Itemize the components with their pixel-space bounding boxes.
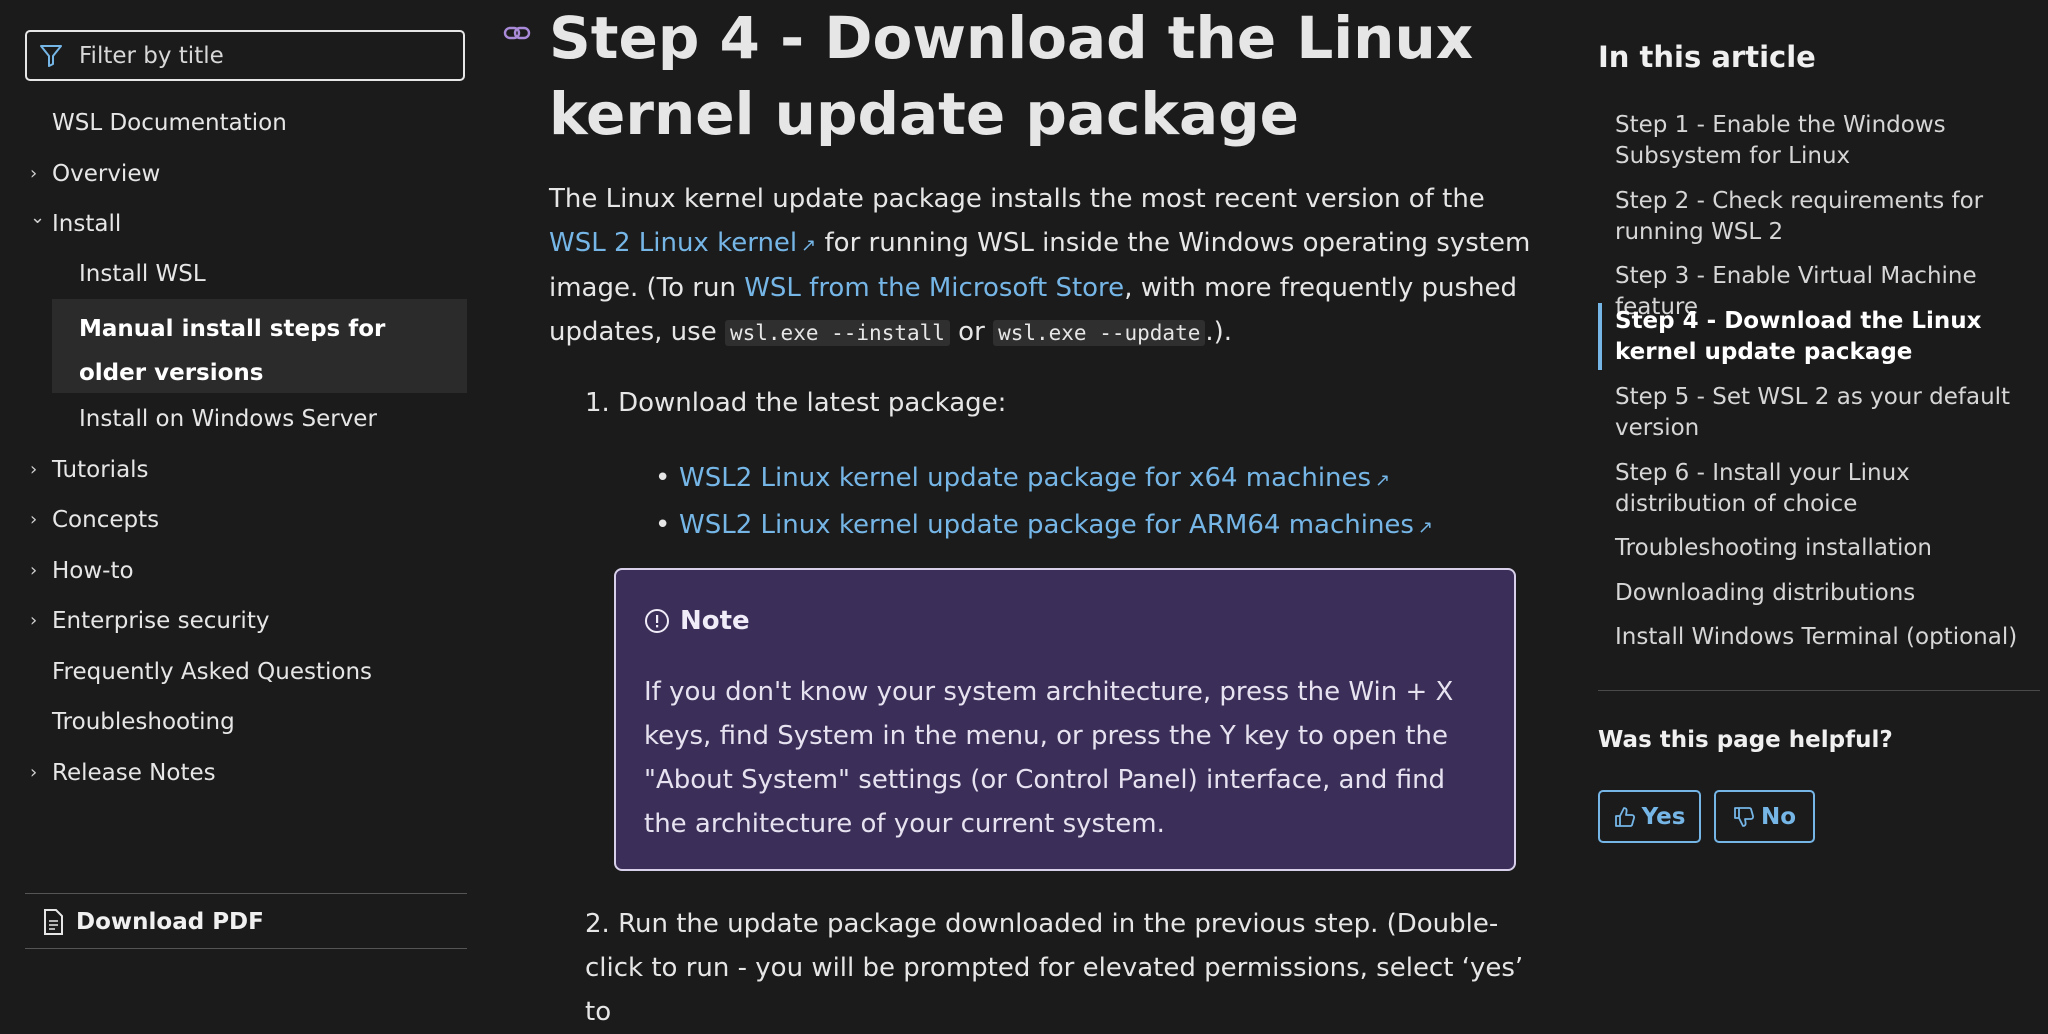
arm64-package-link[interactable]: WSL2 Linux kernel update package for ARM… <box>679 510 1433 540</box>
nav-item-label: Install WSL <box>79 261 206 287</box>
link-text: WSL2 Linux kernel update package for x64… <box>679 463 1372 493</box>
thumbs-up-icon <box>1614 806 1636 828</box>
download-pdf-label: Download PDF <box>76 909 264 935</box>
no-button[interactable]: No <box>1714 790 1815 843</box>
yes-label: Yes <box>1641 803 1686 830</box>
nav-item-manual-install-selected[interactable]: Manual install steps for older versions <box>52 299 467 393</box>
info-circle-icon <box>644 608 670 634</box>
nav-item-label: Enterprise security <box>52 608 270 634</box>
x64-package-link[interactable]: WSL2 Linux kernel update package for x64… <box>679 463 1390 493</box>
toc-item-step-1[interactable]: Step 1 - Enable the Windows Subsystem fo… <box>1615 110 2035 172</box>
divider <box>1598 690 2040 691</box>
pdf-icon <box>42 909 66 935</box>
link-anchor-icon[interactable] <box>503 22 533 44</box>
step-2-text: 2. Run the update package downloaded in … <box>585 909 1524 1027</box>
code-wsl-install: wsl.exe --install <box>724 319 950 346</box>
note-header: Note <box>644 606 750 636</box>
chevron-down-icon: ⌄ <box>30 207 46 228</box>
toc-item-step-2[interactable]: Step 2 - Check requirements for running … <box>1615 186 2035 248</box>
intro-paragraph: The Linux kernel update package installs… <box>549 178 1549 355</box>
nav-item-label: Install <box>52 211 122 237</box>
filter-box[interactable] <box>25 30 465 81</box>
chevron-right-icon: › <box>30 762 38 783</box>
chevron-right-icon: › <box>30 560 38 581</box>
filter-input[interactable] <box>77 41 441 70</box>
nav-item-label: Frequently Asked Questions <box>52 659 373 685</box>
filter-icon <box>39 42 67 70</box>
link-text: WSL 2 Linux kernel <box>549 227 798 258</box>
external-link-icon: ↗ <box>801 234 817 256</box>
divider <box>25 893 467 894</box>
toc-item-install-windows-terminal[interactable]: Install Windows Terminal (optional) <box>1615 622 2035 653</box>
nav-item-label: Troubleshooting <box>52 709 235 735</box>
external-link-icon: ↗ <box>1417 517 1434 538</box>
chevron-right-icon: › <box>30 459 38 480</box>
list-item: WSL2 Linux kernel update package for x64… <box>655 456 1433 503</box>
nav-item-label: Overview <box>52 161 161 187</box>
feedback-question: Was this page helpful? <box>1598 727 1893 753</box>
nav-item-label: Install on Windows Server <box>79 406 377 432</box>
nav-item-label: Concepts <box>52 507 160 533</box>
yes-button[interactable]: Yes <box>1598 790 1701 843</box>
intro-text: The Linux kernel update package installs… <box>549 184 1485 214</box>
chevron-right-icon: › <box>30 610 38 631</box>
toc-title: In this article <box>1598 40 1816 74</box>
toc-item-downloading-distributions[interactable]: Downloading distributions <box>1615 578 2035 609</box>
external-link-icon: ↗ <box>1375 470 1391 491</box>
intro-text: or <box>949 316 994 347</box>
note-body: If you don't know your system architectu… <box>644 677 1454 839</box>
code-wsl-update: wsl.exe --update <box>993 319 1206 346</box>
left-navigation: WSL Documentation › Overview ⌄ Install I… <box>0 0 490 987</box>
divider <box>25 948 467 949</box>
download-links-list: WSL2 Linux kernel update package for x64… <box>655 456 1433 550</box>
toc-item-step-5[interactable]: Step 5 - Set WSL 2 as your default versi… <box>1615 382 2035 444</box>
toc-item-step-4-active[interactable]: Step 4 - Download the Linux kernel updat… <box>1615 306 2035 368</box>
download-pdf-button[interactable]: Download PDF <box>42 903 264 941</box>
chevron-right-icon: › <box>30 163 38 184</box>
note-title: Note <box>680 606 750 636</box>
list-item: WSL2 Linux kernel update package for ARM… <box>655 503 1433 550</box>
nav-item-label: Release Notes <box>52 760 216 786</box>
nav-item-label: Manual install steps for older versions <box>79 316 386 386</box>
toc-item-step-6[interactable]: Step 6 - Install your Linux distribution… <box>1615 458 2035 520</box>
link-text: WSL2 Linux kernel update package for ARM… <box>679 510 1414 540</box>
wsl2-linux-kernel-link[interactable]: WSL 2 Linux kernel ↗ <box>549 228 816 258</box>
nav-item-label: How-to <box>52 558 134 584</box>
chevron-right-icon: › <box>30 509 38 530</box>
toc-active-indicator <box>1598 303 1602 370</box>
note-callout: Note If you don't know your system archi… <box>614 568 1516 871</box>
intro-text: .). <box>1205 316 1233 347</box>
page-title: Step 4 - Download the Linux kernel updat… <box>549 4 1474 148</box>
wsl-microsoft-store-link[interactable]: WSL from the Microsoft Store <box>744 273 1124 303</box>
nav-item-label: Tutorials <box>52 457 149 483</box>
step-1-text: 1. Download the latest package: <box>585 388 1007 418</box>
no-label: No <box>1760 803 1797 830</box>
nav-item-label: WSL Documentation <box>52 110 287 136</box>
thumbs-down-icon <box>1733 806 1755 828</box>
toc-item-troubleshooting-installation[interactable]: Troubleshooting installation <box>1615 533 2035 564</box>
